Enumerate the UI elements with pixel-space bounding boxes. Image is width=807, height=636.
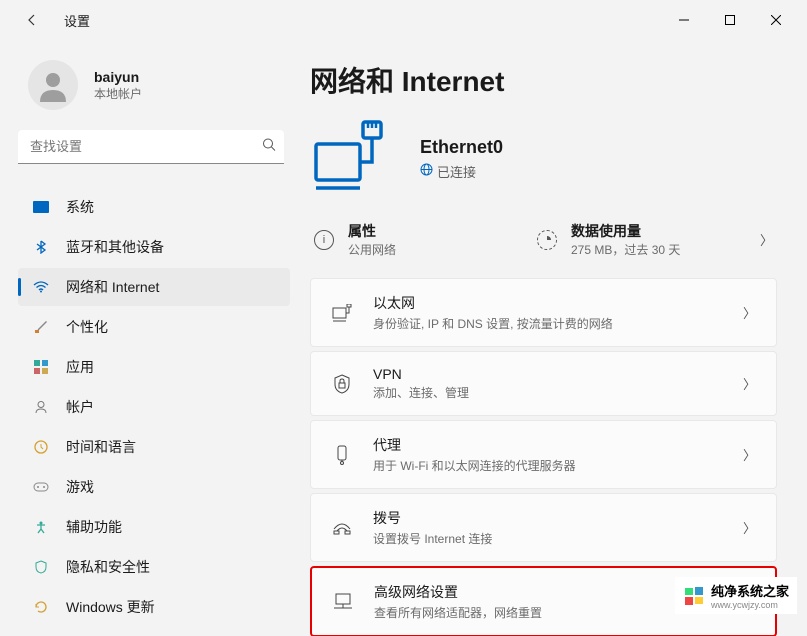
page-title: 网络和 Internet	[310, 60, 777, 100]
info-icon: i	[314, 230, 334, 250]
settings-item-vpn[interactable]: VPN 添加、连接、管理 〉	[310, 351, 777, 416]
setting-desc: 用于 Wi-Fi 和以太网连接的代理服务器	[373, 457, 743, 474]
setting-title: 以太网	[373, 293, 743, 313]
sidebar-item-label: 辅助功能	[66, 517, 122, 537]
sidebar-item-personalization[interactable]: 个性化	[18, 308, 290, 346]
properties-sub: 公用网络	[348, 241, 396, 258]
sidebar-item-apps[interactable]: 应用	[18, 348, 290, 386]
properties-stat[interactable]: i 属性 公用网络	[314, 221, 537, 258]
username: baiyun	[94, 69, 142, 85]
settings-item-ethernet[interactable]: 以太网 身份验证, IP 和 DNS 设置, 按流量计费的网络 〉	[310, 278, 777, 347]
network-status: Ethernet0 已连接	[310, 120, 777, 197]
gaming-icon	[32, 478, 50, 496]
vpn-shield-icon	[331, 374, 353, 394]
chevron-right-icon: 〉	[743, 445, 756, 464]
usage-title: 数据使用量	[571, 221, 680, 241]
chevron-right-icon: 〉	[743, 374, 756, 393]
chevron-right-icon: 〉	[760, 230, 773, 249]
settings-item-proxy[interactable]: 代理 用于 Wi-Fi 和以太网连接的代理服务器 〉	[310, 420, 777, 489]
properties-title: 属性	[348, 221, 396, 241]
sidebar-item-label: Windows 更新	[66, 597, 155, 617]
chevron-right-icon: 〉	[743, 518, 756, 537]
accessibility-icon	[32, 518, 50, 536]
sidebar-item-privacy[interactable]: 隐私和安全性	[18, 548, 290, 586]
sidebar-item-label: 游戏	[66, 477, 94, 497]
sidebar-item-label: 个性化	[66, 317, 108, 337]
search-icon	[262, 138, 276, 157]
chevron-right-icon: 〉	[743, 303, 756, 322]
close-button[interactable]	[753, 4, 799, 36]
user-info[interactable]: baiyun 本地帐户	[18, 60, 300, 110]
sidebar-item-time[interactable]: 时间和语言	[18, 428, 290, 466]
watermark: 纯净系统之家 www.ycwjzy.com	[675, 577, 797, 614]
sidebar-item-bluetooth[interactable]: 蓝牙和其他设备	[18, 228, 290, 266]
setting-title: 代理	[373, 435, 743, 455]
sidebar-item-label: 应用	[66, 357, 94, 377]
account-type: 本地帐户	[94, 85, 142, 102]
update-icon	[32, 598, 50, 616]
avatar	[28, 60, 78, 110]
content-area: 网络和 Internet Ethernet0	[300, 40, 807, 636]
sidebar-item-accounts[interactable]: 帐户	[18, 388, 290, 426]
clock-icon	[32, 438, 50, 456]
sidebar-item-gaming[interactable]: 游戏	[18, 468, 290, 506]
system-icon	[32, 198, 50, 216]
usage-icon	[537, 230, 557, 250]
bluetooth-icon	[32, 238, 50, 256]
advanced-network-icon	[332, 593, 354, 611]
brush-icon	[32, 318, 50, 336]
usage-sub: 275 MB，过去 30 天	[571, 241, 680, 258]
settings-item-dialup[interactable]: 拨号 设置拨号 Internet 连接 〉	[310, 493, 777, 562]
search-input[interactable]	[18, 130, 284, 164]
maximize-button[interactable]	[707, 4, 753, 36]
back-button[interactable]	[16, 4, 48, 36]
sidebar-item-label: 帐户	[66, 397, 94, 417]
sidebar-item-label: 网络和 Internet	[66, 277, 159, 297]
sidebar-item-update[interactable]: Windows 更新	[18, 588, 290, 626]
minimize-button[interactable]	[661, 4, 707, 36]
setting-desc: 身份验证, IP 和 DNS 设置, 按流量计费的网络	[373, 315, 743, 332]
setting-title: VPN	[373, 366, 743, 382]
shield-icon	[32, 558, 50, 576]
setting-desc: 添加、连接、管理	[373, 384, 743, 401]
setting-desc: 设置拨号 Internet 连接	[373, 530, 743, 547]
sidebar-item-label: 时间和语言	[66, 437, 136, 457]
sidebar-item-label: 蓝牙和其他设备	[66, 237, 164, 257]
window-title: 设置	[64, 11, 90, 30]
usage-stat[interactable]: 数据使用量 275 MB，过去 30 天	[537, 221, 760, 258]
setting-title: 拨号	[373, 508, 743, 528]
sidebar-item-accessibility[interactable]: 辅助功能	[18, 508, 290, 546]
person-icon	[32, 398, 50, 416]
sidebar-item-label: 系统	[66, 197, 94, 217]
sidebar: baiyun 本地帐户 系统 蓝牙和其他设备 网络和 Internet	[0, 40, 300, 636]
network-name: Ethernet0	[420, 137, 503, 158]
dialup-icon	[331, 521, 353, 535]
ethernet-large-icon	[310, 120, 390, 197]
proxy-icon	[331, 445, 353, 465]
sidebar-item-system[interactable]: 系统	[18, 188, 290, 226]
network-state: 已连接	[420, 162, 503, 181]
ethernet-icon	[331, 304, 353, 322]
sidebar-item-network[interactable]: 网络和 Internet	[18, 268, 290, 306]
apps-icon	[32, 358, 50, 376]
sidebar-item-label: 隐私和安全性	[66, 557, 150, 577]
globe-icon	[420, 163, 433, 179]
wifi-icon	[32, 278, 50, 296]
